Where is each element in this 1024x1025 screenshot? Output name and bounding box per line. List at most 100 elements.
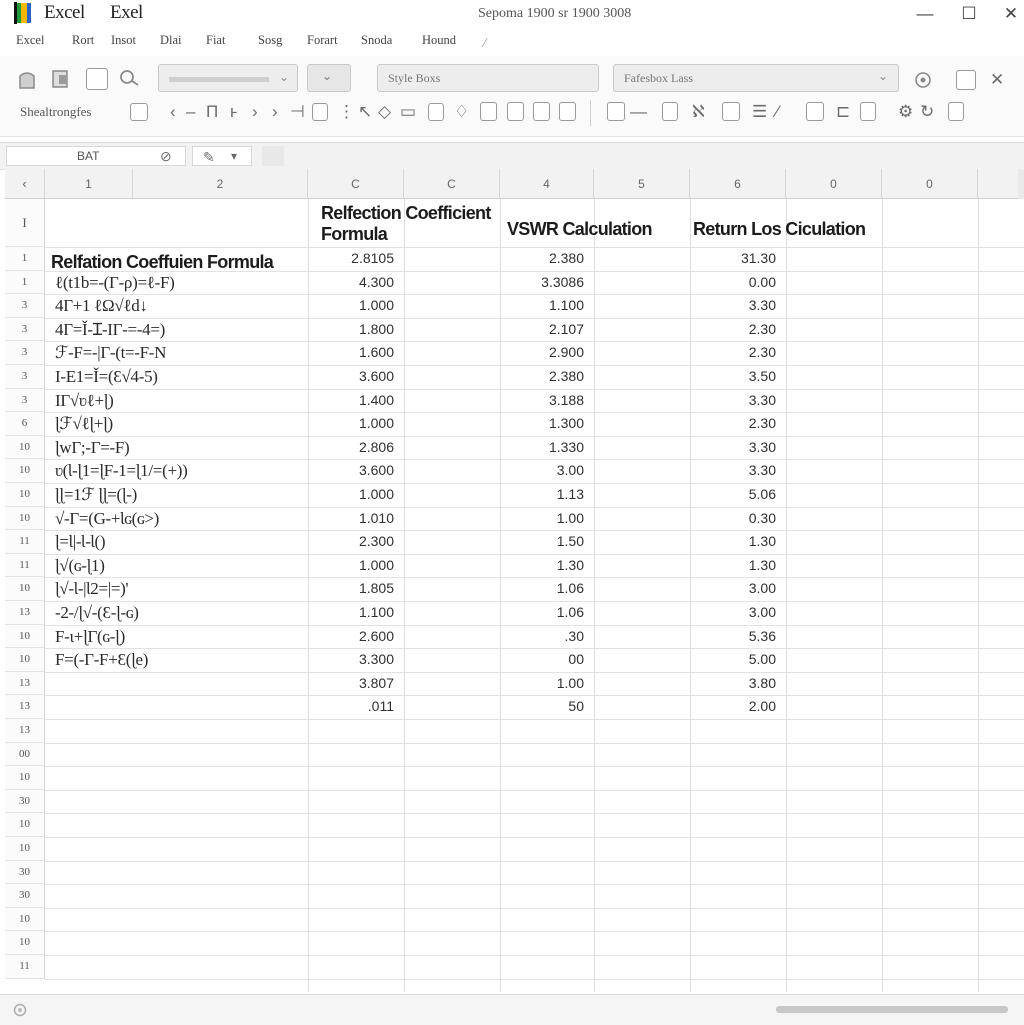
column-header[interactable]: 0 — [786, 169, 882, 199]
row-header[interactable]: 13 — [5, 719, 45, 743]
tools-icon[interactable]: ✕ — [990, 70, 1004, 90]
return-loss-value-cell[interactable]: 5.06 — [690, 484, 776, 506]
layout-icon[interactable] — [480, 102, 497, 121]
row-header[interactable]: 10 — [5, 577, 45, 601]
row-header[interactable]: 10 — [5, 907, 45, 932]
reflection-value-cell[interactable]: 1.400 — [308, 390, 394, 412]
formula-cell[interactable]: ΙΓ√ʋℓ+ɭ) — [55, 390, 305, 412]
formula-cell[interactable]: ℱ-F=-|Γ-(t=-F-N — [55, 342, 305, 364]
reflection-value-cell[interactable]: 1.800 — [308, 319, 394, 341]
column-header[interactable]: C — [404, 169, 500, 199]
vswr-value-cell[interactable]: 3.188 — [500, 390, 584, 412]
column-header[interactable]: 0 — [882, 169, 978, 199]
return-loss-value-cell[interactable]: 3.50 — [690, 366, 776, 388]
vswr-value-cell[interactable]: 2.380 — [500, 366, 584, 388]
row-header[interactable]: 11 — [5, 530, 45, 554]
row-header[interactable]: 10 — [5, 766, 45, 790]
row-header[interactable]: 30 — [5, 789, 45, 814]
vswr-value-cell[interactable]: 1.300 — [500, 413, 584, 435]
reflection-value-cell[interactable]: 1.000 — [308, 555, 394, 577]
row-header[interactable]: 13 — [5, 695, 45, 719]
clipboard-icon[interactable] — [860, 102, 876, 121]
return-loss-value-cell[interactable]: 31.30 — [690, 248, 776, 270]
name-box[interactable]: BAT — [6, 146, 186, 166]
align-icon[interactable]: ☰ — [752, 102, 767, 122]
shape-icon[interactable]: ◇ — [378, 102, 391, 122]
menu-item-file[interactable]: Excel — [16, 33, 44, 48]
column-icon[interactable]: ⊣ — [290, 102, 305, 122]
formula-cell[interactable] — [55, 696, 305, 718]
table-icon[interactable] — [956, 70, 976, 90]
edit-icon[interactable]: ✎ — [203, 147, 215, 167]
minimize-button[interactable]: — — [912, 2, 938, 26]
menu-overflow-icon[interactable]: ⁄ — [484, 33, 486, 53]
gear-icon[interactable]: ⚙ — [898, 102, 913, 122]
return-loss-value-cell[interactable]: 2.30 — [690, 413, 776, 435]
menu-item-format[interactable]: Fiat — [206, 33, 225, 48]
reflection-value-cell[interactable]: 1.600 — [308, 342, 394, 364]
text-box-icon[interactable] — [722, 102, 740, 121]
return-loss-value-cell[interactable]: 3.30 — [690, 437, 776, 459]
column-header[interactable]: C — [308, 169, 404, 199]
grid-icon[interactable] — [507, 102, 524, 121]
maximize-button[interactable]: ☐ — [956, 2, 982, 26]
row-header[interactable]: 3 — [5, 388, 45, 413]
row-header[interactable]: 3 — [5, 294, 45, 318]
formula-cell[interactable]: ɭ√-Ɩ-|Ɩ2=|=)' — [55, 578, 305, 600]
vswr-value-cell[interactable]: 2.380 — [500, 248, 584, 270]
vswr-value-cell[interactable]: 1.50 — [500, 531, 584, 553]
header-vswr-calculation[interactable]: VSWR Calculation — [507, 219, 687, 240]
frame-icon[interactable] — [533, 102, 550, 121]
select-all-corner[interactable]: ‹ — [5, 169, 45, 199]
panel-icon[interactable] — [948, 102, 964, 121]
return-loss-value-cell[interactable]: 3.80 — [690, 673, 776, 695]
return-loss-value-cell[interactable]: 3.00 — [690, 578, 776, 600]
return-loss-value-cell[interactable]: 2.30 — [690, 342, 776, 364]
column-header[interactable]: 6 — [690, 169, 786, 199]
comment-icon[interactable]: ▭ — [400, 102, 416, 122]
row-header[interactable]: 10 — [5, 837, 45, 861]
reflection-value-cell[interactable]: 1.010 — [308, 508, 394, 530]
vswr-value-cell[interactable]: 1.13 — [500, 484, 584, 506]
return-loss-value-cell[interactable]: 2.30 — [690, 319, 776, 341]
theme-dropdown[interactable]: Fafesbox Lass ⌄ — [613, 64, 899, 92]
merge-icon[interactable]: ⋮ — [338, 102, 355, 122]
reflection-value-cell[interactable]: 1.000 — [308, 295, 394, 317]
menu-item-review[interactable]: Hound — [422, 33, 456, 48]
formula-input[interactable] — [262, 146, 284, 166]
column-header[interactable]: 5 — [594, 169, 690, 199]
row-header[interactable]: 3 — [5, 317, 45, 342]
menu-item-home[interactable]: Rort — [72, 33, 94, 48]
reflection-value-cell[interactable]: 1.000 — [308, 413, 394, 435]
row-header[interactable]: 10 — [5, 813, 45, 837]
triangle-icon[interactable] — [806, 102, 824, 121]
align-left-icon[interactable]: ‹ — [170, 102, 176, 122]
return-loss-value-cell[interactable]: 2.00 — [690, 696, 776, 718]
formula-cell[interactable]: ɭɭ=1ℱ ɭɭ=(ɭ-) — [55, 484, 305, 506]
box-icon[interactable] — [428, 103, 444, 121]
formula-cell[interactable]: ɭ=Ɩ|-Ɩ-Ɩ() — [55, 531, 305, 553]
vswr-value-cell[interactable]: 3.3086 — [500, 272, 584, 294]
move-right-icon[interactable]: › — [252, 102, 258, 122]
reflection-value-cell[interactable]: 3.807 — [308, 673, 394, 695]
formula-cell[interactable]: F=(-Γ-F+Ɛ(ɭe) — [55, 649, 305, 671]
formula-cell[interactable]: ʋ(Ɩ-ɭ1=ɭF-1=ɭ1/=(+)) — [55, 460, 305, 482]
reflection-value-cell[interactable]: 4.300 — [308, 272, 394, 294]
row-header[interactable]: 10 — [5, 435, 45, 460]
row-header[interactable]: 11 — [5, 553, 45, 578]
vswr-value-cell[interactable]: 1.330 — [500, 437, 584, 459]
reflection-value-cell[interactable]: 1.805 — [308, 578, 394, 600]
row-header[interactable]: 1 — [5, 247, 45, 271]
row-header[interactable]: 11 — [5, 955, 45, 979]
chart-icon[interactable] — [607, 102, 625, 121]
row-header[interactable]: 30 — [5, 860, 45, 885]
format-painter-icon[interactable] — [86, 68, 108, 90]
return-loss-value-cell[interactable]: 0.30 — [690, 508, 776, 530]
reflection-value-cell[interactable]: 2.8105 — [308, 248, 394, 270]
cell-style-box[interactable]: Style Boxs — [377, 64, 599, 92]
menu-item-formulas[interactable]: Forart — [307, 33, 338, 48]
vswr-value-cell[interactable]: 50 — [500, 696, 584, 718]
page-icon[interactable] — [559, 102, 576, 121]
indent-icon[interactable]: – — [186, 102, 195, 122]
table-title[interactable]: Relfation Coeffuien Formula — [51, 252, 307, 273]
